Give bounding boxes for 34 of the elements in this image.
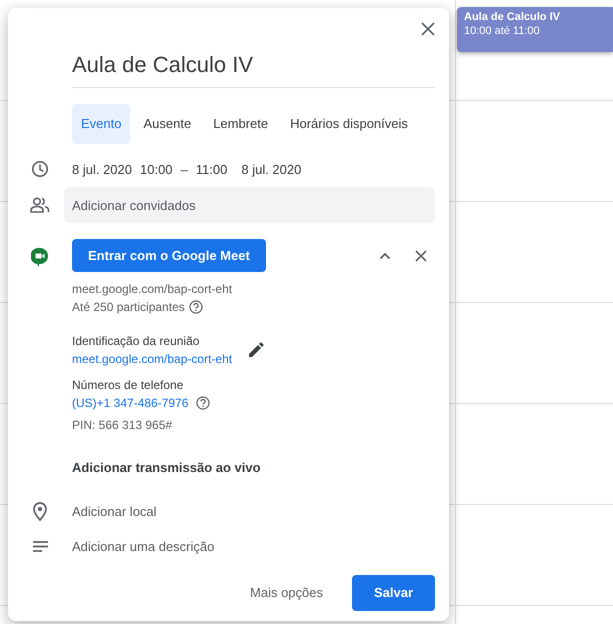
participants-text: Até 250 participantes <box>72 299 185 316</box>
event-title: Aula de Calculo IV <box>464 10 561 24</box>
title-field[interactable]: Aula de Calculo IV <box>72 44 435 88</box>
type-tab[interactable]: Lembrete <box>204 104 278 144</box>
more-options-button[interactable]: Mais opções <box>237 576 336 610</box>
event-time: 10:00 até 11:00 <box>464 24 541 38</box>
type-tab[interactable]: Horários disponíveis <box>281 104 417 144</box>
phone-numbers-label: Números de telefone <box>72 377 184 394</box>
join-meet-button[interactable]: Entrar com o Google Meet <box>72 239 266 272</box>
remove-button[interactable] <box>415 250 427 262</box>
end-time[interactable]: 11:00 <box>196 160 228 179</box>
start-time[interactable]: 10:00 <box>140 160 173 179</box>
help-icon[interactable] <box>188 300 203 314</box>
edit-button[interactable] <box>248 342 264 358</box>
type-tab[interactable]: Evento <box>72 104 130 144</box>
close-button[interactable] <box>421 22 435 36</box>
description-icon <box>32 541 48 552</box>
time-separator: – <box>180 160 188 178</box>
end-date[interactable]: 8 jul. 2020 <box>241 160 302 179</box>
meeting-link[interactable]: meet.google.com/bap-cort-eht <box>72 350 232 368</box>
video-call-icon <box>31 247 49 267</box>
guests-field[interactable]: Adicionar convidados <box>64 187 435 223</box>
save-button[interactable]: Salvar <box>352 575 435 611</box>
clock-icon <box>31 160 49 178</box>
people-icon <box>30 197 50 213</box>
help-icon[interactable] <box>196 396 210 410</box>
pin-text: PIN: 566 313 965# <box>72 417 174 434</box>
phone-link[interactable]: (US)+1 347-486-7976 <box>72 394 188 412</box>
location-pin-icon <box>33 502 47 521</box>
start-date[interactable]: 8 jul. 2020 <box>72 160 132 179</box>
collapse-button[interactable] <box>379 252 391 260</box>
meeting-id-label: Identificação da reunião <box>72 333 200 350</box>
type-tab[interactable]: Ausente <box>134 104 200 144</box>
add-live-stream-link[interactable]: Adicionar transmissão ao vivo <box>72 458 435 478</box>
